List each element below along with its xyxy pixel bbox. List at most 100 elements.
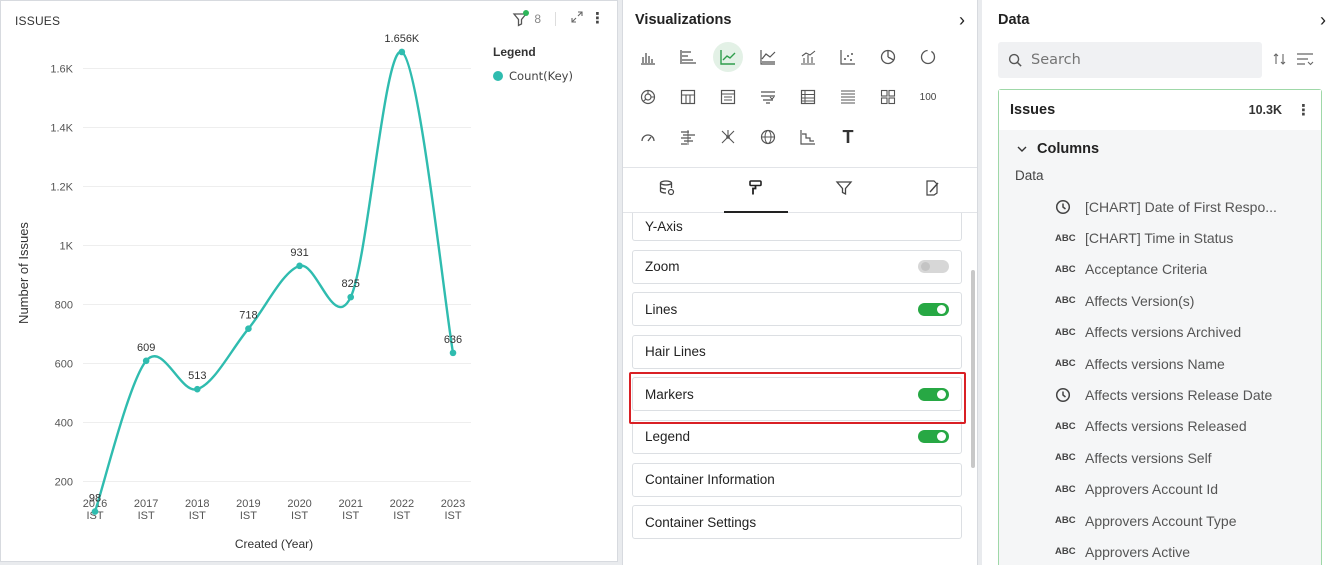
filter-list-icon[interactable] [1296, 51, 1314, 70]
data-title: Data [998, 12, 1030, 28]
field-label: Affects versions Archived [1085, 324, 1242, 341]
setting-zoom[interactable]: Zoom [632, 249, 962, 284]
columns-toggle[interactable]: Columns [999, 130, 1321, 168]
field-item[interactable]: ABC [CHART] Time in Status [999, 222, 1321, 253]
line-chart-icon[interactable] [713, 42, 743, 72]
sort-icon[interactable] [1272, 51, 1288, 70]
x-tick-label-line: IST [291, 510, 308, 522]
tab-style[interactable] [889, 168, 978, 212]
x-tick-label: 2017 IST [134, 498, 158, 522]
text-icon[interactable]: T [833, 122, 863, 152]
field-item[interactable]: ABC Affects versions Archived [999, 317, 1321, 348]
data-point [142, 357, 150, 365]
bar-chart-icon[interactable] [633, 42, 663, 72]
pie-chart-icon[interactable] [873, 42, 903, 72]
markers-toggle[interactable] [918, 387, 949, 401]
network-icon[interactable] [713, 122, 743, 152]
y-tick-label: 400 [55, 418, 73, 430]
x-tick-label-line: 2019 [236, 498, 260, 510]
setting-label: Container Information [645, 472, 775, 488]
viz-tabs [623, 167, 977, 213]
pivot-table-icon[interactable] [673, 82, 703, 112]
combo-chart-icon[interactable] [793, 42, 823, 72]
data-panel: Data › Issues 10.3K ⋮ [982, 0, 1326, 565]
field-item[interactable]: ABC Affects versions Self [999, 442, 1321, 473]
tab-database[interactable] [623, 168, 712, 212]
legend-toggle[interactable] [918, 430, 949, 444]
setting-label: Markers [645, 386, 694, 402]
area-chart-icon[interactable] [753, 42, 783, 72]
x-tick-label: 2020 IST [287, 498, 311, 522]
field-item[interactable]: ABC Acceptance Criteria [999, 254, 1321, 285]
data-label: 636 [444, 334, 462, 346]
y-tick-label: 1.6K [50, 64, 73, 76]
tab-paint-roller[interactable] [712, 168, 801, 213]
field-list: [CHART] Date of First Respo... ABC [CHART]… [999, 191, 1321, 565]
search-input[interactable] [1031, 52, 1231, 68]
field-item[interactable]: ABC Affects Version(s) [999, 285, 1321, 316]
toggle-knob [921, 262, 930, 272]
setting-container-settings[interactable]: Container Settings [632, 505, 962, 540]
field-item[interactable]: ABC Approvers Account Type [999, 505, 1321, 536]
setting-hair-lines[interactable]: Hair Lines [632, 334, 962, 369]
setting-legend[interactable]: Legend [632, 419, 962, 454]
globe-map-icon[interactable] [753, 122, 783, 152]
tab-filter[interactable] [800, 168, 889, 212]
clock-icon [1055, 199, 1085, 215]
sunburst-icon[interactable] [633, 82, 663, 112]
field-label: Approvers Account Id [1085, 481, 1219, 498]
y-tick-label: 1.4K [50, 123, 73, 135]
dataset-count-wrap: 10.3K ⋮ [1249, 103, 1311, 118]
dataset-header[interactable]: Issues 10.3K ⋮ [999, 90, 1321, 130]
lines-toggle[interactable] [918, 302, 949, 316]
text-type-icon: ABC [1055, 420, 1076, 432]
field-item[interactable]: ABC Affects versions Name [999, 348, 1321, 379]
dataset-more-icon[interactable]: ⋮ [1296, 103, 1311, 118]
text-type-icon: ABC [1055, 295, 1076, 307]
toggle-knob [937, 389, 946, 399]
text-type-icon: ABC [1055, 452, 1076, 464]
detail-table-icon[interactable] [713, 82, 743, 112]
setting-label: Zoom [645, 259, 680, 275]
settings-scrollbar[interactable] [971, 270, 975, 468]
zoom-toggle[interactable] [918, 260, 949, 274]
grid-table-icon[interactable] [873, 82, 903, 112]
field-item[interactable]: [CHART] Date of First Respo... [999, 191, 1321, 222]
y-axis-title: Number of Issues [16, 222, 31, 324]
text-type-icon: ABC [1055, 326, 1076, 338]
data-label: 1.656K [384, 33, 420, 45]
field-item[interactable]: Affects versions Release Date [999, 379, 1321, 410]
chevron-right-icon[interactable]: › [1320, 10, 1326, 31]
search-icon [1008, 53, 1022, 67]
setting-container-information[interactable]: Container Information [632, 462, 962, 497]
chevron-right-icon[interactable]: › [959, 10, 965, 31]
list-table-icon[interactable] [833, 82, 863, 112]
field-item[interactable]: ABC Approvers Active [999, 536, 1321, 565]
setting-markers[interactable]: Markers [632, 377, 962, 412]
horizontal-bar-icon[interactable] [673, 42, 703, 72]
field-item[interactable]: ABC Approvers Account Id [999, 474, 1321, 505]
y-tick-label: 600 [55, 359, 73, 371]
x-tick-label: 2023 IST [441, 498, 465, 522]
x-tick-label: 2019 IST [236, 498, 260, 522]
donut-chart-icon[interactable] [913, 42, 943, 72]
scatter-chart-icon[interactable] [833, 42, 863, 72]
search-box[interactable] [998, 42, 1262, 78]
gauge-icon[interactable] [633, 122, 663, 152]
data-label: 931 [290, 247, 308, 259]
data-point [296, 262, 303, 270]
setting-label: Container Settings [645, 514, 757, 530]
style-icon [924, 179, 942, 202]
table-icon[interactable] [793, 82, 823, 112]
clock-icon [1055, 387, 1085, 403]
bullet-icon[interactable] [673, 122, 703, 152]
series-line [93, 50, 455, 512]
x-tick-label-line: IST [138, 510, 155, 522]
number-100-icon[interactable]: 100 [913, 82, 943, 112]
field-item[interactable]: ABC Affects versions Released [999, 411, 1321, 442]
setting-lines[interactable]: Lines [632, 292, 962, 327]
x-tick-label-line: IST [393, 510, 410, 522]
setting-y-axis[interactable]: Y-Axis [632, 213, 962, 241]
funnel-table-icon[interactable] [753, 82, 783, 112]
step-chart-icon[interactable] [793, 122, 823, 152]
